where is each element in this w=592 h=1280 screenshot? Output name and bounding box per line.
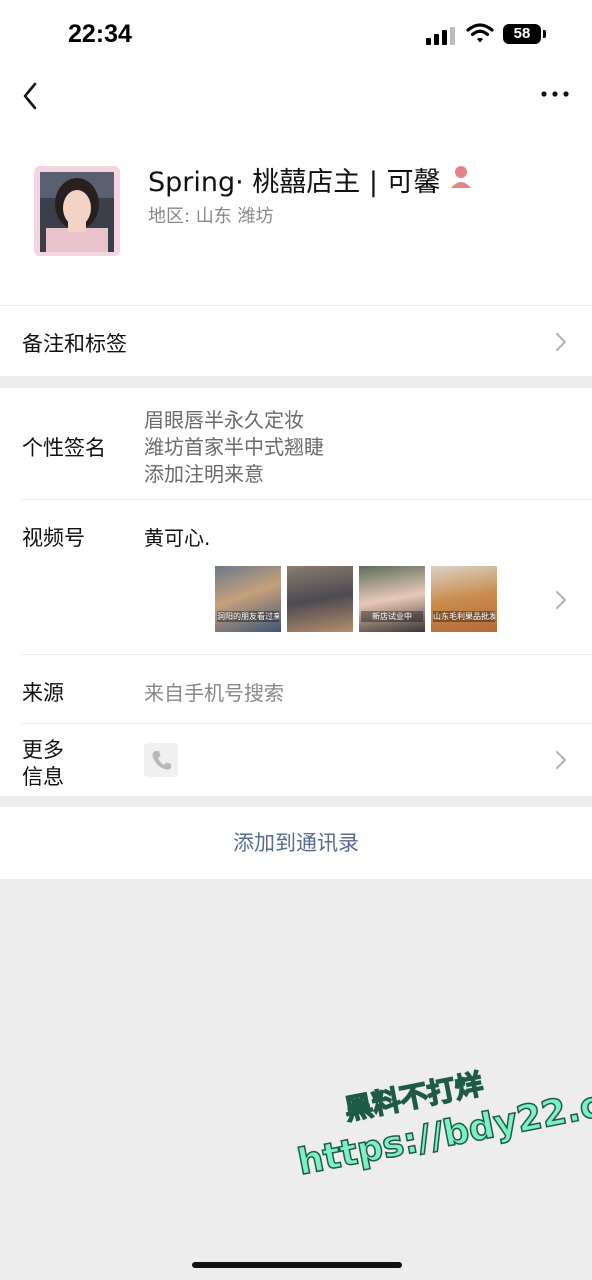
status-bar: 22:34 58: [0, 0, 592, 70]
channels-label: 视频号: [22, 526, 85, 550]
profile-region: 地区: 山东 潍坊: [148, 206, 274, 227]
remarks-and-tags-row[interactable]: 备注和标签: [0, 305, 592, 378]
video-thumbnail-caption: 新店试业中: [361, 611, 423, 622]
video-thumbnail[interactable]: 新店试业中: [359, 566, 425, 632]
battery-icon: 58: [503, 24, 546, 44]
chevron-right-icon: [556, 591, 566, 609]
signature-line: 潍坊首家半中式翘睫: [144, 435, 324, 459]
phone-icon: [144, 743, 178, 777]
source-label: 来源: [22, 681, 64, 705]
watermark: 黑料不打烊 https://bdy22.co: [286, 1043, 592, 1208]
video-thumbnail[interactable]: [287, 566, 353, 632]
more-icon[interactable]: [540, 86, 570, 102]
more-info-label: 更多: [22, 738, 64, 762]
video-thumbnail-caption: 洞阳的朋友看过来: [217, 611, 279, 622]
video-thumbnail[interactable]: 山东毛利果品批发: [431, 566, 497, 632]
user-badge-icon: [451, 166, 471, 188]
channels-name: 黄可心.: [144, 526, 211, 550]
status-time: 22:34: [68, 20, 132, 48]
avatar[interactable]: [34, 166, 120, 256]
source-value: 来自手机号搜索: [144, 681, 284, 705]
profile-details-section: 个性签名 眉眼唇半永久定妆 潍坊首家半中式翘睫 添加注明来意 视频号 黄可心. …: [0, 388, 592, 796]
source-row: 来源 来自手机号搜索: [0, 655, 592, 723]
more-info-label: 信息: [22, 765, 64, 789]
signature-line: 眉眼唇半永久定妆: [144, 408, 304, 432]
signature-line: 添加注明来意: [144, 462, 264, 486]
wifi-icon: [466, 23, 494, 43]
home-indicator: [192, 1262, 402, 1268]
signature-label: 个性签名: [22, 436, 106, 460]
profile-header-section: 22:34 58 Spring· 桃囍店主 | 可馨 地区: 山东 潍坊 备注和…: [0, 0, 592, 376]
video-thumbnail-caption: 山东毛利果品批发: [433, 611, 495, 622]
remarks-label: 备注和标签: [22, 332, 127, 356]
more-info-row[interactable]: 更多 信息: [0, 724, 592, 796]
video-thumbnail[interactable]: 洞阳的朋友看过来: [215, 566, 281, 632]
chevron-left-icon[interactable]: [18, 80, 42, 112]
cellular-signal-icon: [426, 27, 456, 45]
add-to-contacts-bar: 添加到通讯录: [0, 807, 592, 879]
add-to-contacts-button[interactable]: 添加到通讯录: [0, 807, 592, 879]
channels-row[interactable]: 视频号 黄可心. 洞阳的朋友看过来 新店试业中 山东毛利果品批发: [0, 500, 592, 654]
profile-name: Spring· 桃囍店主 | 可馨: [148, 167, 441, 198]
chevron-right-icon: [556, 333, 566, 351]
chevron-right-icon: [556, 751, 566, 769]
